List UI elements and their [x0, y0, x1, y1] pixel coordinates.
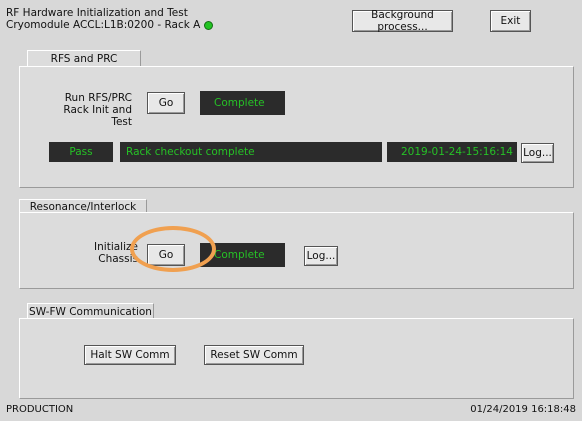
rfs-prc-log-button[interactable]: Log...	[521, 143, 554, 163]
footer-datetime: 01/24/2019 16:18:48	[470, 404, 576, 415]
mode-indicator: PRODUCTION	[6, 404, 74, 415]
rfs-prc-timestamp: 2019-01-24-15:16:14	[387, 142, 517, 162]
rfs-prc-panel: Run RFS/PRC Rack Init and Test Go Comple…	[19, 66, 574, 188]
title-line2-text: Cryomodule ACCL:L1B:0200 - Rack A	[6, 19, 201, 31]
rfs-prc-go-button[interactable]: Go	[147, 92, 185, 114]
title-line1: RF Hardware Initialization and Test	[6, 7, 188, 19]
rfs-prc-label: Run RFS/PRC Rack Init and Test	[58, 92, 132, 128]
resonance-status: Complete	[200, 243, 285, 267]
exit-button[interactable]: Exit	[490, 10, 531, 32]
title-line2: Cryomodule ACCL:L1B:0200 - Rack A	[6, 19, 214, 31]
tab-rfs-prc: RFS and PRC	[27, 50, 141, 67]
halt-sw-comm-button[interactable]: Halt SW Comm	[84, 345, 176, 365]
resonance-log-button[interactable]: Log...	[304, 246, 338, 266]
resonance-label-line2: Chassis	[98, 253, 138, 265]
resonance-panel: Initialize Chassis Go Complete Log...	[19, 212, 574, 289]
rfs-prc-result: Pass	[49, 142, 113, 162]
rfs-prc-message: Rack checkout complete	[120, 142, 382, 162]
background-process-button[interactable]: Background process...	[352, 9, 453, 33]
window-title: RF Hardware Initialization and Test Cryo…	[6, 7, 214, 31]
resonance-label: Initialize Chassis	[80, 241, 138, 265]
rfs-prc-label-line1: Run RFS/PRC	[64, 92, 132, 104]
resonance-label-line1: Initialize	[94, 241, 138, 253]
rfs-prc-label-line2: Rack Init and Test	[63, 104, 132, 128]
resonance-go-button[interactable]: Go	[147, 244, 185, 266]
rfs-prc-status: Complete	[200, 91, 285, 115]
reset-sw-comm-button[interactable]: Reset SW Comm	[204, 345, 304, 365]
swfw-panel: Halt SW Comm Reset SW Comm	[19, 318, 574, 399]
status-led-icon	[204, 20, 214, 30]
